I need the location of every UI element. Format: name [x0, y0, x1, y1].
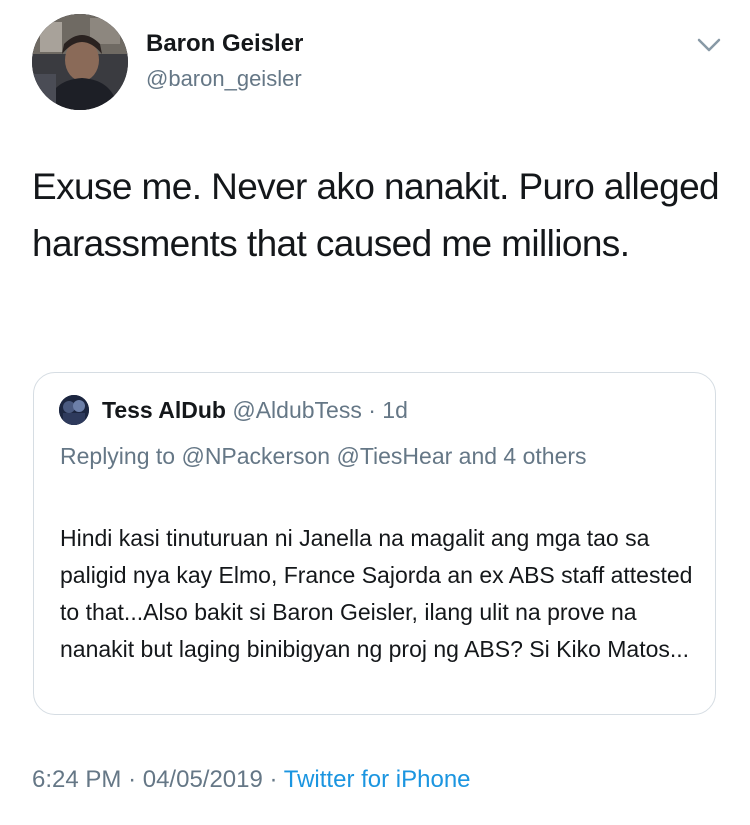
- tweet-date[interactable]: 04/05/2019: [143, 766, 263, 793]
- tweet: Baron Geisler @baron_geisler Exuse me. N…: [0, 0, 750, 825]
- replying-to-prefix: Replying to: [60, 443, 176, 469]
- tweet-metadata: 6:24 PM · 04/05/2019 · Twitter for iPhon…: [32, 764, 471, 796]
- quoted-tweet-text: Hindi kasi tinuturuan ni Janella na maga…: [60, 525, 693, 662]
- replying-to-mentions[interactable]: @NPackerson @TiesHear: [181, 443, 452, 469]
- quoted-tweet-age[interactable]: 1d: [382, 397, 408, 423]
- replying-to-line: Replying to @NPackerson @TiesHear and 4 …: [60, 437, 660, 476]
- tweet-time[interactable]: 6:24 PM: [32, 766, 121, 793]
- tweet-text: Exuse me. Never ako nanakit. Puro allege…: [32, 166, 720, 264]
- author-display-name[interactable]: Baron Geisler: [146, 30, 303, 58]
- avatar-photo: [32, 14, 128, 110]
- metadata-separator: ·: [269, 766, 278, 793]
- quoted-author-handle[interactable]: @AldubTess: [232, 397, 361, 423]
- chevron-down-icon[interactable]: [693, 34, 725, 58]
- tweet-source-link[interactable]: Twitter for iPhone: [284, 766, 471, 793]
- quoted-avatar-photo: [59, 395, 89, 425]
- metadata-separator: ·: [128, 766, 137, 793]
- author-avatar[interactable]: [32, 14, 128, 110]
- author-handle[interactable]: @baron_geisler: [146, 66, 302, 92]
- quoted-tweet-card[interactable]: Tess AlDub @AldubTess · 1d Replying to @…: [33, 372, 716, 715]
- replying-to-others[interactable]: and 4 others: [459, 443, 587, 469]
- quoted-author-name[interactable]: Tess AlDub: [102, 397, 226, 423]
- quoted-separator: ·: [368, 397, 376, 423]
- quoted-tweet-header: Tess AlDub @AldubTess · 1d: [102, 395, 408, 425]
- quoted-author-avatar[interactable]: [59, 395, 89, 425]
